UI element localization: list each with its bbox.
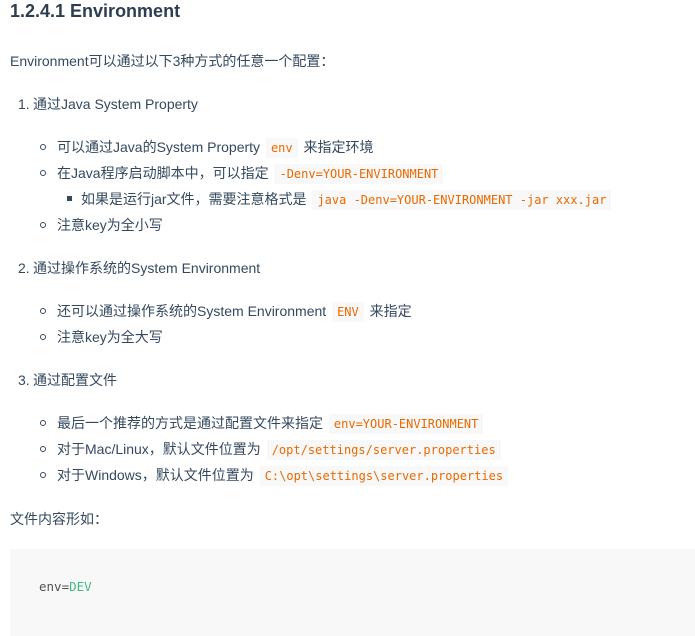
inline-code: java -Denv=YOUR-ENVIRONMENT -jar xxx.jar [312, 190, 612, 210]
file-content-label: 文件内容形如： [10, 511, 108, 527]
code-key: env [39, 579, 62, 594]
bullet-item: 注意key为全小写 [57, 215, 163, 235]
list-item-3: 3. 通过配置文件 [18, 370, 117, 390]
inline-code: /opt/settings/server.properties [266, 440, 501, 460]
code-equals: = [61, 579, 70, 594]
list-item-label: 通过操作系统的System Environment [33, 260, 261, 276]
circle-bullet-icon [40, 446, 46, 452]
inline-code: env [265, 138, 298, 158]
list-number: 3. [18, 372, 30, 388]
circle-bullet-icon [40, 420, 46, 426]
sub-bullet-item: 如果是运行jar文件，需要注意格式是 java -Denv=YOUR-ENVIR… [81, 189, 613, 210]
bullet-item: 对于Windows，默认文件位置为 C:\opt\settings\server… [57, 465, 510, 486]
bullet-text: 注意key为全大写 [57, 329, 163, 345]
circle-bullet-icon [40, 144, 46, 150]
bullet-text: 还可以通过操作系统的System Environment [57, 303, 331, 319]
list-item-label: 通过Java System Property [33, 96, 198, 112]
bullet-text: 如果是运行jar文件，需要注意格式是 [81, 191, 311, 207]
bullet-item: 注意key为全大写 [57, 327, 163, 347]
intro-text: Environment可以通过以下3种方式的任意一个配置： [10, 53, 335, 69]
bullet-text: 最后一个推荐的方式是通过配置文件来指定 [57, 415, 327, 431]
inline-code: -Denv=YOUR-ENVIRONMENT [274, 164, 444, 184]
list-item-label: 通过配置文件 [33, 372, 117, 388]
bullet-text: 在Java程序启动脚本中，可以指定 [57, 165, 273, 181]
inline-code: C:\opt\settings\server.properties [259, 466, 509, 486]
inline-code: env=YOUR-ENVIRONMENT [328, 414, 484, 434]
list-number: 2. [18, 260, 30, 276]
square-bullet-icon [67, 196, 72, 201]
bullet-text: 可以通过Java的System Property [57, 139, 264, 155]
code-block[interactable]: env=DEV [10, 549, 695, 636]
bullet-text: 对于Mac/Linux，默认文件位置为 [57, 441, 265, 457]
list-item-1: 1. 通过Java System Property [18, 94, 198, 114]
inline-code: ENV [332, 302, 364, 322]
circle-bullet-icon [40, 222, 46, 228]
circle-bullet-icon [40, 334, 46, 340]
bullet-item: 最后一个推荐的方式是通过配置文件来指定 env=YOUR-ENVIRONMENT [57, 413, 485, 434]
bullet-item: 可以通过Java的System Property env 来指定环境 [57, 137, 374, 158]
bullet-item: 还可以通过操作系统的System Environment ENV 来指定 [57, 301, 412, 322]
circle-bullet-icon [40, 308, 46, 314]
circle-bullet-icon [40, 170, 46, 176]
bullet-item: 在Java程序启动脚本中，可以指定 -Denv=YOUR-ENVIRONMENT [57, 163, 445, 184]
code-line: env=DEV [39, 579, 92, 594]
section-heading: 1.2.4.1 Environment [10, 1, 181, 21]
list-number: 1. [18, 96, 30, 112]
bullet-text: 注意key为全小写 [57, 217, 163, 233]
bullet-text-after: 来指定环境 [299, 139, 374, 155]
list-item-2: 2. 通过操作系统的System Environment [18, 258, 260, 278]
bullet-text: 对于Windows，默认文件位置为 [57, 467, 258, 483]
bullet-item: 对于Mac/Linux，默认文件位置为 /opt/settings/server… [57, 439, 503, 460]
circle-bullet-icon [40, 472, 46, 478]
bullet-text-after: 来指定 [365, 303, 412, 319]
code-value: DEV [69, 579, 92, 594]
document: 1.2.4.1 Environment Environment可以通过以下3种方… [0, 0, 695, 636]
